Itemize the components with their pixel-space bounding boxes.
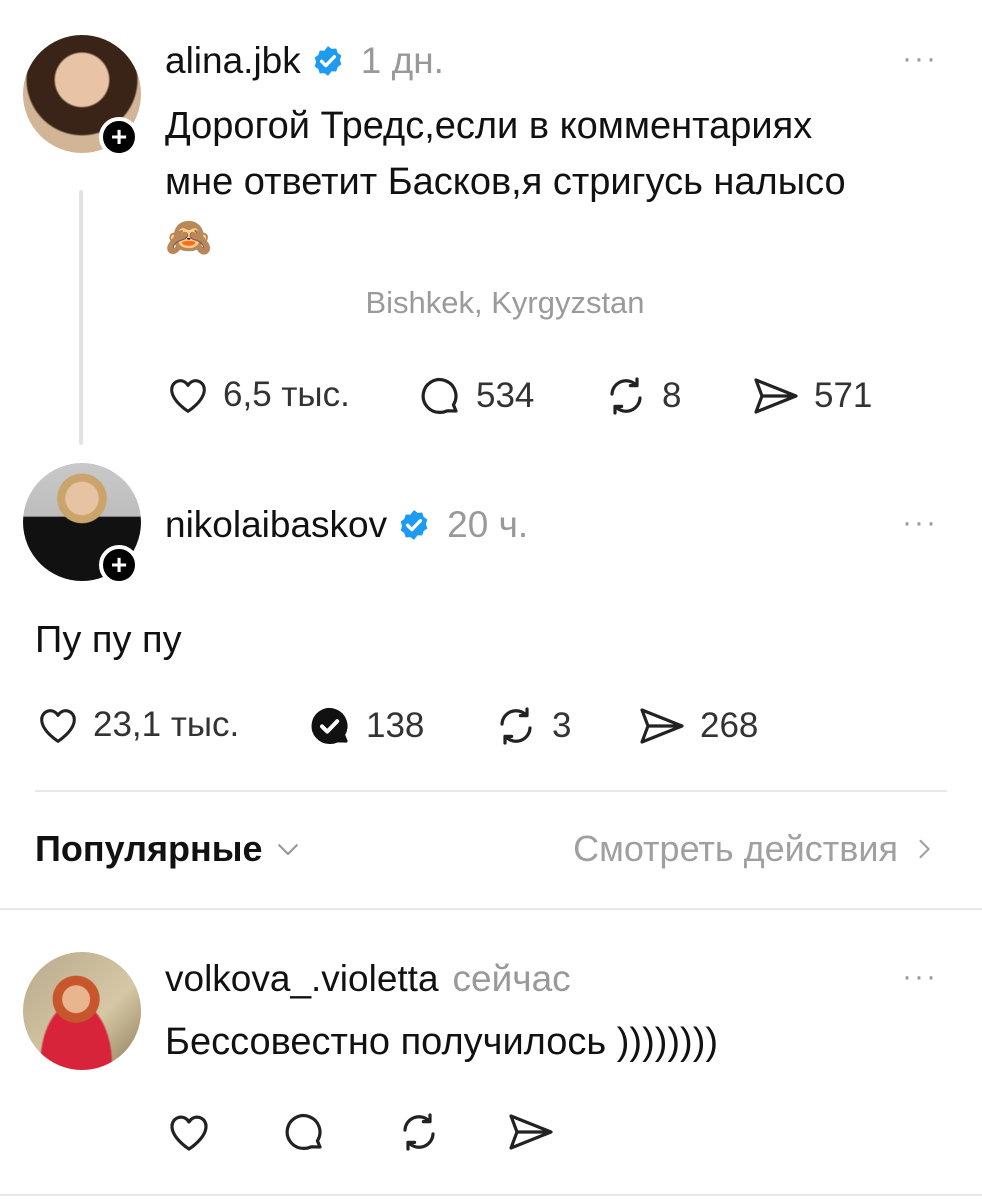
- heart-icon: [170, 1115, 208, 1151]
- send-icon: [754, 378, 798, 414]
- share-count: 571: [814, 376, 873, 415]
- post-time: 20 ч.: [447, 504, 529, 545]
- repost-icon: [610, 377, 642, 415]
- more-options-icon[interactable]: ···: [902, 42, 938, 76]
- heart-icon: [170, 379, 206, 413]
- sort-label: Популярные: [35, 828, 263, 869]
- repost-icon: [500, 707, 532, 745]
- view-activity-link[interactable]: Смотреть действия: [573, 828, 938, 870]
- more-options-icon[interactable]: ···: [902, 506, 938, 540]
- see-no-evil-emoji: 🙈: [165, 217, 213, 259]
- repost-button[interactable]: 8: [602, 372, 681, 420]
- comment-filled-check-icon: [311, 708, 348, 745]
- post-text-line: Дорогой Тредс,если в комментариях: [165, 105, 813, 147]
- like-count: 6,5 тыс.: [223, 375, 350, 414]
- post-text: Пу пу пу: [35, 619, 182, 661]
- like-count: 23,1 тыс.: [93, 705, 240, 744]
- follow-plus-icon[interactable]: +: [99, 545, 139, 585]
- verified-badge-icon: [400, 510, 428, 540]
- send-icon: [509, 1114, 553, 1150]
- repost-button[interactable]: 3: [492, 702, 571, 750]
- post-text-line: мне ответит Басков,я стригусь налысо: [165, 161, 846, 203]
- divider: [35, 790, 947, 792]
- chevron-right-icon: [919, 839, 930, 859]
- reply-count: 138: [366, 706, 425, 745]
- verified-badge-icon: [314, 46, 342, 76]
- send-icon: [640, 708, 684, 744]
- post-username[interactable]: alina.jbk: [165, 40, 301, 82]
- post-location[interactable]: Bishkek, Kyrgyzstan: [165, 285, 845, 321]
- share-button[interactable]: 268: [636, 702, 758, 750]
- repost-count: 3: [552, 706, 572, 745]
- share-button[interactable]: [505, 1108, 569, 1156]
- thread-line: [79, 190, 83, 445]
- share-count: 268: [700, 706, 759, 745]
- heart-icon: [40, 709, 76, 743]
- reply-username[interactable]: volkova_.violetta: [165, 958, 439, 1000]
- chevron-down-icon: [277, 844, 298, 856]
- avatar-volkova[interactable]: [23, 952, 141, 1070]
- reply-button[interactable]: 138: [306, 702, 424, 750]
- reply-count: 534: [476, 376, 535, 415]
- like-button[interactable]: 23,1 тыс.: [35, 702, 239, 748]
- share-button[interactable]: 571: [750, 372, 872, 420]
- repost-button[interactable]: [395, 1108, 455, 1156]
- sort-dropdown[interactable]: Популярные: [35, 828, 303, 870]
- reply-time: сейчас: [452, 958, 571, 999]
- reply-button[interactable]: [280, 1108, 340, 1156]
- view-activity-label: Смотреть действия: [573, 828, 898, 869]
- reply-button[interactable]: 534: [416, 372, 534, 420]
- follow-plus-icon[interactable]: +: [99, 117, 139, 157]
- repost-icon: [403, 1113, 435, 1151]
- divider: [0, 1194, 982, 1196]
- post-username[interactable]: nikolaibaskov: [165, 504, 387, 546]
- divider: [0, 908, 982, 910]
- comment-bubble-icon: [285, 1114, 322, 1151]
- like-button[interactable]: [165, 1108, 225, 1156]
- more-options-icon[interactable]: ···: [902, 960, 938, 994]
- like-button[interactable]: 6,5 тыс.: [165, 372, 350, 418]
- post-time: 1 дн.: [360, 40, 444, 81]
- comment-bubble-icon: [421, 378, 458, 415]
- reply-text: Бессовестно получилось )))))))): [165, 1021, 719, 1063]
- repost-count: 8: [662, 376, 682, 415]
